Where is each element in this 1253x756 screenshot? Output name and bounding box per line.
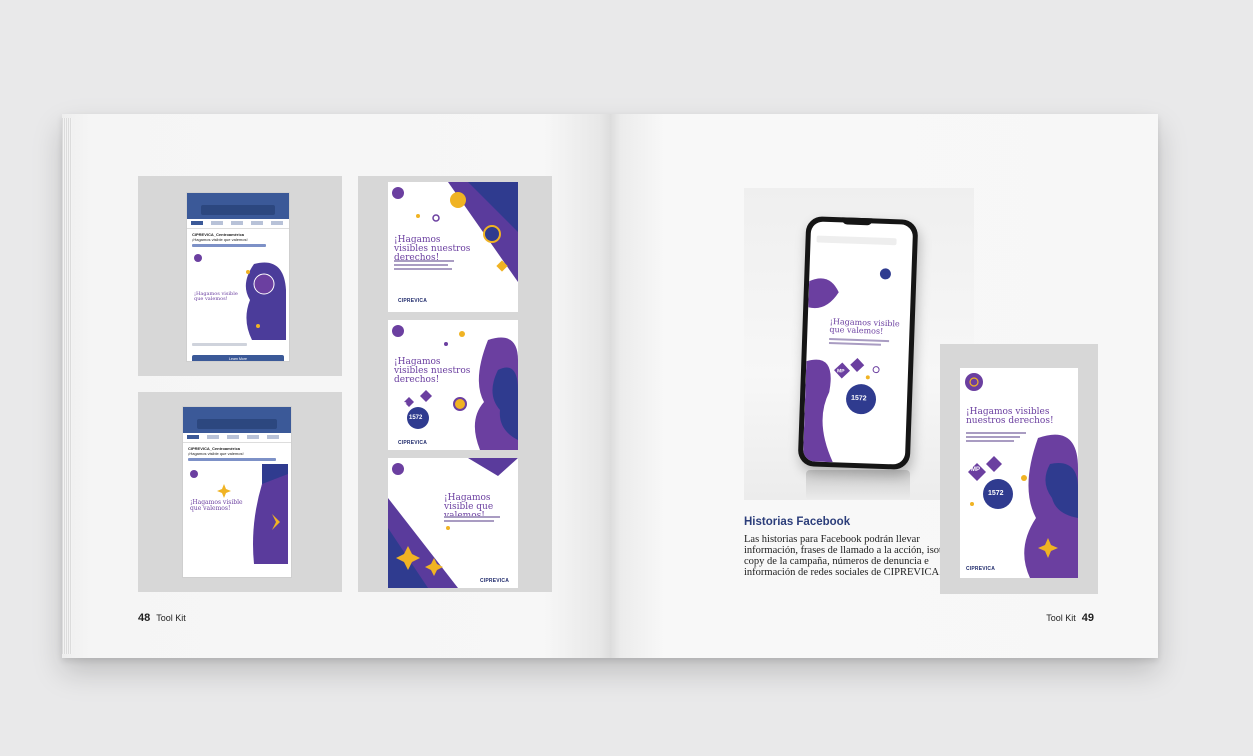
hotline-badge: 1572 — [850, 394, 867, 403]
ad-artwork: ¡Hagamos visible que valemos! — [188, 464, 288, 564]
phone-reflection — [806, 470, 910, 500]
story-headline: ¡Hagamos visibles nuestros derechos! — [966, 407, 1054, 426]
ciprevica-logo: CIPREVICA — [966, 566, 996, 572]
left-page: CIPREVICA_Centroamérica ¡Hagamos visible… — [62, 114, 610, 658]
open-book: CIPREVICA_Centroamérica ¡Hagamos visible… — [62, 114, 1158, 658]
feed-card-2: ¡Hagamos visibles nuestros derechos! MP … — [388, 320, 518, 450]
card-headline: ¡Hagamos visibles nuestros derechos! — [394, 235, 471, 263]
learn-more-button[interactable]: Learn More — [192, 355, 284, 361]
fb-post-panel-1: CIPREVICA_Centroamérica ¡Hagamos visible… — [138, 176, 342, 376]
feed-card-3: ¡Hagamos visible que valemos! CIPREVICA — [388, 458, 518, 588]
phone-headline: ¡Hagamos visible que valemos! — [829, 317, 900, 336]
fb-header — [183, 407, 291, 433]
ad-artwork: ¡Hagamos visible que valemos! — [192, 250, 286, 340]
smartphone: ¡Hagamos visible que valemos! MP 1572 — [797, 216, 919, 470]
ciprevica-logo: CIPREVICA — [398, 298, 428, 304]
page-folio-right: Tool Kit 49 — [1046, 612, 1094, 624]
fb-phone-mock-1: CIPREVICA_Centroamérica ¡Hagamos visible… — [186, 192, 290, 362]
mp-badge: MP — [399, 402, 407, 408]
mp-badge: MP — [836, 368, 845, 375]
page-edges — [62, 118, 72, 654]
fb-post-text: ¡Hagamos visible que valemos! — [192, 237, 248, 242]
feed-card-1: ¡Hagamos visibles nuestros derechos! CIP… — [388, 182, 518, 312]
ciprevica-logo: CIPREVICA — [480, 578, 510, 584]
page-number: 48 — [138, 612, 151, 624]
mp-badge: MP — [971, 467, 980, 473]
running-title: Tool Kit — [1046, 613, 1076, 623]
card-headline: ¡Hagamos visibles nuestros derechos! — [394, 357, 471, 385]
fb-tabs — [187, 219, 289, 229]
right-page: ¡Hagamos visible que valemos! MP 1572 Hi… — [610, 114, 1158, 658]
hotline-badge: 1572 — [409, 415, 423, 421]
fb-post-panel-2: CIPREVICA_Centroamérica ¡Hagamos visible… — [138, 392, 342, 592]
page-folio-left: 48 Tool Kit — [138, 612, 186, 624]
story-panel: ¡Hagamos visibles nuestros derechos! MP … — [940, 344, 1098, 594]
running-title: Tool Kit — [156, 613, 186, 623]
facebook-story: ¡Hagamos visibles nuestros derechos! MP … — [960, 368, 1078, 578]
phone-screen: ¡Hagamos visible que valemos! MP 1572 — [802, 221, 914, 465]
fb-phone-mock-2: CIPREVICA_Centroamérica ¡Hagamos visible… — [182, 406, 292, 578]
fb-header — [187, 193, 289, 219]
ad-headline: ¡Hagamos visible que valemos! — [194, 291, 238, 302]
page-number: 49 — [1081, 612, 1094, 624]
ad-headline: ¡Hagamos visible que valemos! — [190, 499, 243, 512]
ciprevica-logo: CIPREVICA — [398, 440, 428, 446]
hotline-badge: 1572 — [988, 490, 1004, 497]
fb-tabs — [183, 433, 291, 443]
fb-post-text: ¡Hagamos visible que valemos! — [188, 451, 244, 456]
